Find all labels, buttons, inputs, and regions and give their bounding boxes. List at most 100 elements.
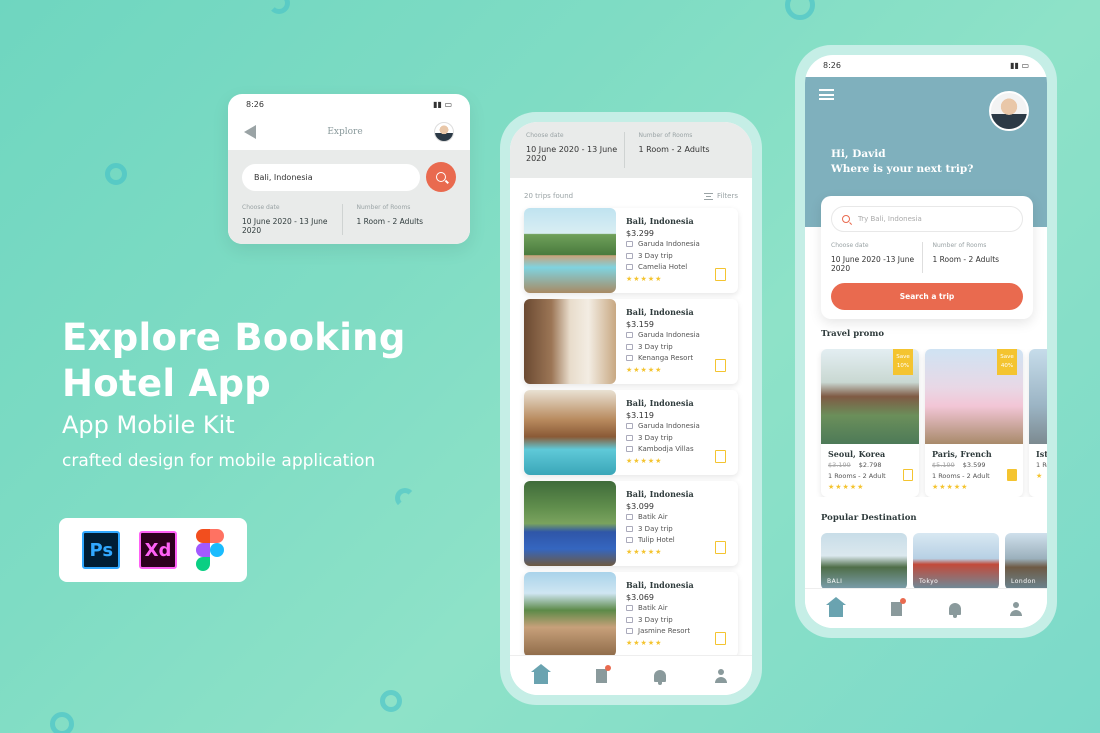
date-room-selector: Choose date 10 June 2020 -13 June 2020 N… <box>831 242 1023 273</box>
hotel-card[interactable]: Bali, Indonesia $3.159 Garuda Indonesia … <box>524 299 738 384</box>
popular-destination-title: Popular Destination <box>821 513 917 523</box>
destination-carousel: BALI Tokyo London <box>805 533 1047 590</box>
plane-icon <box>626 332 633 338</box>
promo-card[interactable]: Save 10% Seoul, Korea $3.199 $2.798 1 Roo… <box>821 349 919 497</box>
rooms-value: 1 Room - 2 Adults <box>932 255 1000 264</box>
date-picker[interactable]: Choose date 10 June 2020 - 13 June 2020 <box>242 204 342 235</box>
profile-icon[interactable] <box>1009 601 1023 616</box>
figma-icon <box>195 529 224 571</box>
filters-button[interactable]: Filters <box>704 192 738 200</box>
hotel-destination: Bali, Indonesia <box>626 307 694 317</box>
hotel-info: Bali, Indonesia $3.159 Garuda Indonesia … <box>616 299 710 384</box>
duration-row: 3 Day trip <box>626 342 700 354</box>
hotel-price: $3.159 <box>626 319 654 329</box>
search-trip-button[interactable]: Search a trip <box>831 283 1023 310</box>
hotel-list-screen: Choose date 10 June 2020 - 13 June 2020 … <box>510 122 752 695</box>
promo-card[interactable]: Ista 1 Ro ★ <box>1029 349 1047 497</box>
hotel-card[interactable]: Bali, Indonesia $3.099 Batik Air 3 Day t… <box>524 481 738 566</box>
explore-header: Explore <box>228 114 470 150</box>
promo-rooms: 1 Rooms - 2 Adult <box>828 472 886 480</box>
avatar[interactable] <box>989 91 1029 131</box>
travel-promo-title: Travel promo <box>821 329 884 339</box>
filter-icon <box>704 192 714 200</box>
bookmark-icon[interactable] <box>715 541 726 554</box>
bed-icon <box>626 355 633 361</box>
duration-row: 3 Day trip <box>626 524 694 536</box>
hotel-info: Bali, Indonesia $3.119 Garuda Indonesia … <box>616 390 710 475</box>
profile-icon[interactable] <box>714 668 728 683</box>
hotel-info: Bali, Indonesia $3.069 Batik Air 3 Day t… <box>616 572 704 657</box>
bookmarks-tab-icon[interactable] <box>890 597 906 616</box>
promo-destination: Paris, French <box>932 449 992 459</box>
date-picker[interactable]: Choose date 10 June 2020 - 13 June 2020 <box>526 132 624 168</box>
promo-card[interactable]: Save 40% Paris, French $5.199 $3.599 1 Ro… <box>925 349 1023 497</box>
star-rating: ★★★★★ <box>828 483 865 491</box>
hotel-name: Kenanga Resort <box>638 354 694 362</box>
promo-price: $3.599 <box>962 461 986 469</box>
rooms-picker[interactable]: Number of Rooms 1 Room - 2 Adults <box>623 132 737 168</box>
hotel-card[interactable]: Bali, Indonesia $3.299 Garuda Indonesia … <box>524 208 738 293</box>
destination-name: London <box>1011 578 1036 585</box>
avatar[interactable] <box>434 122 454 142</box>
hotel-card[interactable]: Bali, Indonesia $3.119 Garuda Indonesia … <box>524 390 738 475</box>
plane-icon <box>626 423 633 429</box>
bed-icon <box>626 537 633 543</box>
status-bar: 8:26 ▮▮ ▭ <box>805 55 1047 77</box>
bookmark-icon[interactable] <box>715 632 726 645</box>
hero-title: Explore Booking Hotel App <box>62 315 406 407</box>
airline-row: Garuda Indonesia <box>626 330 700 342</box>
explore-screen: 8:26 ▮▮ ▭ Explore Bali, Indonesia Choose… <box>228 94 470 244</box>
trip-summary: Choose date 10 June 2020 - 13 June 2020 … <box>510 122 752 178</box>
bell-icon[interactable] <box>654 669 667 685</box>
bookmark-icon[interactable] <box>715 450 726 463</box>
notification-dot <box>604 664 611 671</box>
rooms-picker[interactable]: Number of Rooms 1 Room - 2 Adults <box>921 242 1024 273</box>
destination-card[interactable]: BALI <box>821 533 907 590</box>
adobe-xd-icon: Xd <box>138 531 177 569</box>
home-icon[interactable] <box>530 663 551 684</box>
plane-icon <box>626 241 633 247</box>
date-value: 10 June 2020 -13 June 2020 <box>831 255 915 273</box>
date-picker[interactable]: Choose date 10 June 2020 -13 June 2020 <box>831 242 922 273</box>
star-rating: ★★★★★ <box>626 547 663 556</box>
home-phone: 8:26 ▮▮ ▭ Hi, David Where is your next t… <box>795 45 1057 638</box>
discount-badge: Save 10% <box>893 349 913 375</box>
menu-icon[interactable] <box>819 89 834 100</box>
calendar-icon <box>626 434 633 441</box>
back-arrow-icon[interactable] <box>244 125 256 139</box>
rooms-value: 1 Room - 2 Adults <box>356 217 424 226</box>
greeting-name: Hi, David <box>831 148 886 160</box>
duration-row: 3 Day trip <box>626 251 700 263</box>
destination-card[interactable]: Tokyo <box>913 533 999 590</box>
hotel-photo <box>524 208 616 293</box>
rooms-picker[interactable]: Number of Rooms 1 Room - 2 Adults <box>341 204 457 235</box>
hotel-card[interactable]: Bali, Indonesia $3.069 Batik Air 3 Day t… <box>524 572 738 657</box>
hotel-price: $3.099 <box>626 501 654 511</box>
destination-card[interactable]: London <box>1005 533 1047 590</box>
explore-search: Bali, Indonesia <box>242 162 456 192</box>
home-icon[interactable] <box>825 596 846 617</box>
bookmark-icon[interactable] <box>715 268 726 281</box>
rooms-value: 1 Room - 2 Adults <box>638 145 710 154</box>
calendar-icon <box>626 616 633 623</box>
decor-ring <box>105 163 127 185</box>
promo-rooms: 1 Rooms - 2 Adult <box>932 472 990 480</box>
hotel-photo <box>524 481 616 566</box>
bookmark-icon[interactable] <box>1007 469 1017 481</box>
bed-icon <box>626 446 633 452</box>
bookmarks-tab-icon[interactable] <box>595 664 611 683</box>
bookmark-icon[interactable] <box>715 359 726 372</box>
plane-icon <box>626 514 633 520</box>
bookmark-icon[interactable] <box>903 469 913 481</box>
search-input[interactable]: Try Bali, Indonesia <box>831 206 1023 232</box>
explore-title: Explore <box>327 127 363 137</box>
rooms-label: Number of Rooms <box>638 132 693 139</box>
hotel-row: Kenanga Resort <box>626 353 700 365</box>
search-input[interactable]: Bali, Indonesia <box>242 163 420 191</box>
date-label: Choose date <box>526 132 564 139</box>
search-button[interactable] <box>426 162 456 192</box>
bell-icon[interactable] <box>949 602 962 618</box>
hotel-destination: Bali, Indonesia <box>626 398 694 408</box>
calendar-icon <box>626 252 633 259</box>
decor-ring <box>268 0 290 14</box>
